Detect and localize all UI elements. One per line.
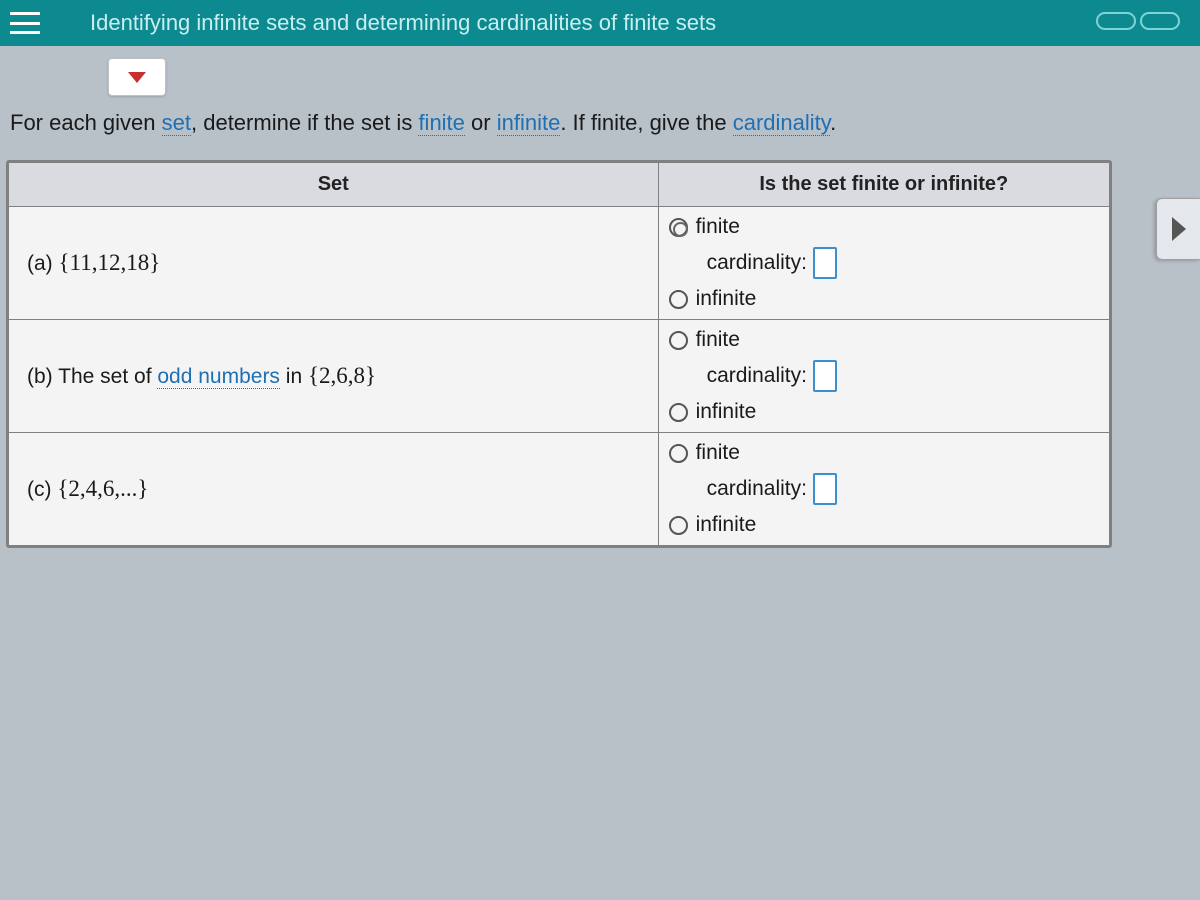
pill-2[interactable]: [1140, 12, 1180, 30]
term-finite[interactable]: finite: [418, 110, 464, 136]
radio-a-finite[interactable]: [669, 218, 688, 237]
label-infinite: infinite: [696, 513, 757, 537]
radio-c-finite[interactable]: [669, 444, 688, 463]
page-title: Identifying infinite sets and determinin…: [90, 10, 716, 36]
side-panel-toggle[interactable]: [1156, 198, 1200, 260]
term-cardinality[interactable]: cardinality: [733, 110, 830, 136]
radio-c-infinite[interactable]: [669, 516, 688, 535]
chevron-down-icon: [128, 72, 146, 83]
label-cardinality: cardinality:: [707, 477, 807, 501]
label-infinite: infinite: [696, 400, 757, 424]
cardinality-input-c[interactable]: [813, 473, 837, 505]
hamburger-menu-icon[interactable]: [10, 12, 40, 34]
term-infinite[interactable]: infinite: [497, 110, 561, 136]
radio-b-finite[interactable]: [669, 331, 688, 350]
chevron-right-icon: [1172, 217, 1186, 241]
pill-1[interactable]: [1096, 12, 1136, 30]
label-finite: finite: [696, 215, 740, 239]
label-infinite: infinite: [696, 287, 757, 311]
answer-cell-a: finite cardinality: infinite: [658, 207, 1109, 320]
cardinality-input-b[interactable]: [813, 360, 837, 392]
label-cardinality: cardinality:: [707, 251, 807, 275]
cardinality-input-a[interactable]: [813, 247, 837, 279]
table-row: (b) The set of odd numbers in {2,6,8} fi…: [9, 320, 1110, 433]
answer-cell-b: finite cardinality: infinite: [658, 320, 1109, 433]
label-finite: finite: [696, 441, 740, 465]
label-finite: finite: [696, 328, 740, 352]
answer-cell-c: finite cardinality: infinite: [658, 433, 1109, 546]
dropdown-toggle[interactable]: [108, 58, 166, 96]
term-set[interactable]: set: [162, 110, 191, 136]
instruction-text: For each given set, determine if the set…: [10, 110, 836, 136]
set-cell-a: (a) {11,12,18}: [9, 207, 659, 320]
set-cell-c: (c) {2,4,6,...}: [9, 433, 659, 546]
col-header-answer: Is the set finite or infinite?: [658, 163, 1109, 207]
label-cardinality: cardinality:: [707, 364, 807, 388]
table-row: (a) {11,12,18} finite cardinality: infin…: [9, 207, 1110, 320]
question-table: Set Is the set finite or infinite? (a) {…: [6, 160, 1112, 548]
term-odd-numbers[interactable]: odd numbers: [157, 365, 280, 389]
set-cell-b: (b) The set of odd numbers in {2,6,8}: [9, 320, 659, 433]
radio-b-infinite[interactable]: [669, 403, 688, 422]
table-row: (c) {2,4,6,...} finite cardinality: infi…: [9, 433, 1110, 546]
top-bar: Identifying infinite sets and determinin…: [0, 0, 1200, 46]
col-header-set: Set: [9, 163, 659, 207]
radio-a-infinite[interactable]: [669, 290, 688, 309]
window-controls: [1096, 12, 1180, 30]
